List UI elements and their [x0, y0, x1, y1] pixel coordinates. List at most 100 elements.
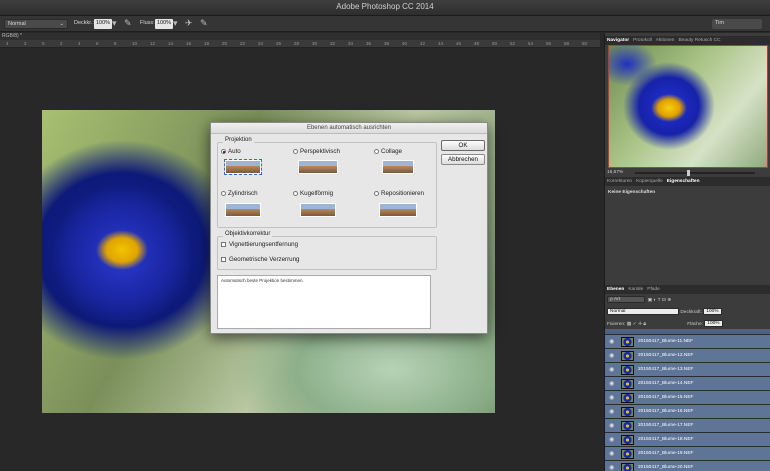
- checkbox-label: Geometrische Verzerrung: [229, 256, 300, 263]
- ruler-tick-label: 30: [312, 41, 318, 46]
- ruler-tick-label: 6: [96, 41, 99, 46]
- zoom-slider-handle[interactable]: [687, 170, 690, 176]
- layer-kind-filter[interactable]: ρ Art: [607, 296, 645, 303]
- layer-opacity-input[interactable]: 100%: [703, 308, 722, 315]
- flow-input[interactable]: 100%: [155, 19, 174, 29]
- vignette-checkbox[interactable]: Vignettierungsentfernung: [221, 241, 298, 248]
- layer-row[interactable]: ◉ 20150417_Blume-13.NEF: [605, 363, 770, 377]
- cancel-button[interactable]: Abbrechen: [441, 154, 485, 165]
- tab-adjustments[interactable]: Korrekturen: [607, 179, 632, 184]
- layer-opacity-label: Deckkraft:: [680, 309, 702, 315]
- ruler-tick-label: 8: [114, 41, 117, 46]
- layer-row[interactable]: ◉ 20150417_Blume-15.NEF: [605, 391, 770, 405]
- radio-dot: [374, 191, 379, 196]
- layer-thumbnail: [621, 407, 634, 417]
- ruler-tick-label: 2: [24, 41, 27, 46]
- layer-thumbnail: [621, 435, 634, 445]
- radio-label: Perspektivisch: [300, 148, 340, 155]
- tab-properties[interactable]: Eigenschaften: [667, 179, 700, 184]
- options-bar: Normal ⌄ Deckkr.: 100% ▾ ✎ Fluss: 100% ▾…: [0, 16, 770, 32]
- eye-icon[interactable]: ◉: [609, 366, 614, 373]
- radio-cylindrical[interactable]: Zylindrisch: [221, 190, 258, 197]
- spherical-preview-thumb: [300, 203, 336, 217]
- dropdown-arrow-icon[interactable]: ▾: [112, 18, 117, 28]
- eye-icon[interactable]: ◉: [609, 338, 614, 345]
- radio-spherical[interactable]: Kugelförmig: [293, 190, 333, 197]
- navigator-tabs: Navigator Protokoll Aktionen Beauty Retusch…: [605, 36, 770, 45]
- tab-history[interactable]: Protokoll: [633, 38, 652, 43]
- layer-row[interactable]: ◉ 20150417_Blume-14.NEF: [605, 377, 770, 391]
- ruler-tick-label: 12: [150, 41, 156, 46]
- fill-input[interactable]: 100%: [704, 320, 723, 327]
- opacity-input[interactable]: 100%: [94, 19, 113, 29]
- distortion-checkbox[interactable]: Geometrische Verzerrung: [221, 256, 300, 263]
- eye-icon[interactable]: ◉: [609, 394, 614, 401]
- dialog-title: Ebenen automatisch ausrichten: [211, 123, 487, 134]
- description-box: Automatisch beste Projektion bestimmen.: [217, 275, 431, 329]
- tab-navigator[interactable]: Navigator: [607, 38, 629, 43]
- blend-mode-select[interactable]: Normal: [607, 308, 679, 315]
- ruler-tick-label: 32: [330, 41, 336, 46]
- mode-select[interactable]: Normal ⌄: [4, 19, 68, 29]
- lock-icons[interactable]: ▦ ✓ ✛ 🔒︎: [627, 322, 646, 327]
- tab-clone-source[interactable]: Kopierquelle: [636, 179, 663, 184]
- auto-preview-thumb: [224, 159, 262, 175]
- tab-channels[interactable]: Kanäle: [628, 287, 643, 292]
- zoom-value[interactable]: 16,67%: [607, 170, 623, 175]
- right-panel-dock: Navigator Protokoll Aktionen Beauty Retusch…: [604, 33, 770, 471]
- layer-name: 20150417_Blume-11.NEF: [638, 339, 694, 344]
- filter-icons[interactable]: ▣ ◐ T ⊡ ⊕: [646, 298, 672, 303]
- checkbox-box: [221, 242, 226, 247]
- tab-beauty-retouch[interactable]: Beauty Retusch CC: [678, 38, 720, 43]
- layer-row[interactable]: ◉ 20150417_Blume-12.NEF: [605, 349, 770, 363]
- radio-collage[interactable]: Collage: [374, 148, 402, 155]
- radio-auto[interactable]: Auto: [221, 148, 241, 155]
- layers-tabs: Ebenen Kanäle Pfade: [605, 285, 770, 294]
- layer-name: 20150417_Blume-13.NEF: [638, 367, 694, 372]
- eye-icon[interactable]: ◉: [609, 450, 614, 457]
- ok-button[interactable]: OK: [441, 140, 485, 151]
- tab-paths[interactable]: Pfade: [647, 287, 660, 292]
- radio-perspective[interactable]: Perspektivisch: [293, 148, 340, 155]
- layer-name: 20150417_Blume-14.NEF: [638, 381, 694, 386]
- eye-icon[interactable]: ◉: [609, 408, 614, 415]
- properties-tabs: Korrekturen Kopierquelle Eigenschaften: [605, 177, 770, 186]
- eye-icon[interactable]: ◉: [609, 436, 614, 443]
- tab-actions[interactable]: Aktionen: [656, 38, 675, 43]
- pressure-opacity-icon[interactable]: ✎: [124, 18, 132, 28]
- eye-icon[interactable]: ◉: [609, 422, 614, 429]
- radio-reposition[interactable]: Repositionieren: [374, 190, 424, 197]
- zoom-slider[interactable]: [635, 172, 755, 174]
- layer-thumbnail: [621, 449, 634, 459]
- layer-name: 20150417_Blume-17.NEF: [638, 423, 694, 428]
- radio-dot: [293, 149, 298, 154]
- eye-icon[interactable]: ◉: [609, 464, 614, 471]
- layer-row[interactable]: ◉ 20150417_Blume-11.NEF: [605, 335, 770, 349]
- eye-icon[interactable]: ◉: [609, 352, 614, 359]
- radio-dot: [293, 191, 298, 196]
- pressure-size-icon[interactable]: ✎: [200, 18, 208, 28]
- ruler-tick-label: 28: [294, 41, 300, 46]
- ruler-tick-label: 24: [258, 41, 264, 46]
- document-tab[interactable]: RGB/8) *: [0, 33, 600, 40]
- no-properties-text: Keine Eigenschaften: [608, 190, 656, 195]
- tab-layers[interactable]: Ebenen: [607, 287, 624, 292]
- layer-row[interactable]: ◉ 20150417_Blume-20.NEF: [605, 461, 770, 471]
- layer-row[interactable]: ◉ 20150417_Blume-17.NEF: [605, 419, 770, 433]
- dropdown-arrow-icon[interactable]: ▾: [173, 18, 178, 28]
- eye-icon[interactable]: ◉: [609, 380, 614, 387]
- radio-dot: [221, 149, 226, 154]
- layer-row[interactable]: ◉ 20150417_Blume-19.NEF: [605, 447, 770, 461]
- layer-row[interactable]: ◉ 20150417_Blume-16.NEF: [605, 405, 770, 419]
- navigator-preview[interactable]: [608, 45, 768, 168]
- ruler-tick-label: 14: [168, 41, 174, 46]
- reposition-preview-thumb: [379, 203, 417, 217]
- workspace-user-select[interactable]: Tim: [712, 19, 762, 29]
- ruler-tick-label: 10: [132, 41, 138, 46]
- airbrush-icon[interactable]: ✈: [185, 18, 193, 28]
- ruler-tick-label: 48: [474, 41, 480, 46]
- layer-row[interactable]: ◉ 20150417_Blume-18.NEF: [605, 433, 770, 447]
- ruler-tick-label: 46: [456, 41, 462, 46]
- radio-label: Auto: [228, 148, 241, 155]
- ruler-tick-label: 60: [582, 41, 588, 46]
